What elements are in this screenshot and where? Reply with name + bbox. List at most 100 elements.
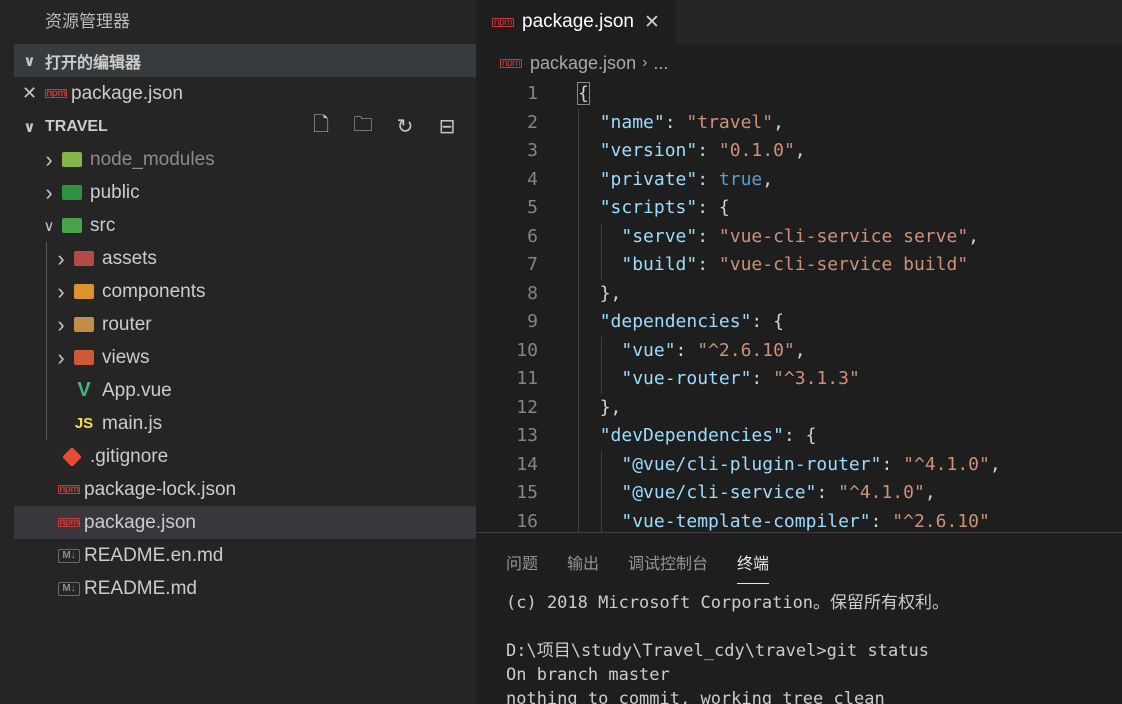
new-folder-icon[interactable]: 🗀 (342, 110, 384, 144)
npm-icon: npm (58, 517, 80, 528)
json-key: "devDependencies" (599, 425, 784, 446)
json-string: "vue-cli-service serve" (718, 225, 969, 247)
code-line: 4 "private": true, (476, 165, 1122, 194)
indent-guide (578, 365, 579, 394)
json-punctuation: { (577, 82, 590, 105)
chevron-down-icon: ∨ (23, 118, 36, 136)
tree-item-label: components (102, 280, 206, 302)
json-string: "vue-cli-service build" (718, 254, 969, 275)
breadcrumb-more[interactable]: ... (653, 53, 668, 74)
tree-file[interactable]: M↓ README.en.md (14, 539, 476, 572)
code-text: "dependencies": { (538, 308, 784, 337)
json-punctuation: : (697, 140, 719, 161)
indent-guide (46, 374, 47, 407)
panel-tab[interactable]: 输出 (567, 546, 599, 578)
json-key: "private" (599, 168, 698, 190)
code-line: 5 "scripts": { (476, 194, 1122, 223)
code-line: 8 }, (476, 279, 1122, 308)
code-line: 12 }, (476, 393, 1122, 422)
new-file-icon[interactable]: 🗋 (300, 110, 342, 144)
code-text: "scripts": { (538, 194, 730, 223)
json-string: "0.1.0" (718, 140, 795, 161)
panel-tab[interactable]: 终端 (737, 546, 770, 584)
json-key: "vue-router" (621, 368, 752, 389)
tree-file[interactable]: npm package.json (14, 506, 476, 539)
line-number: 8 (527, 282, 538, 304)
panel-tab[interactable]: 问题 (506, 546, 538, 578)
json-punctuation: : (697, 254, 719, 275)
npm-icon: npm (492, 17, 514, 27)
json-punctuation: , (924, 482, 936, 503)
code-text: "@vue/cli-plugin-router": "^4.1.0", (538, 450, 1001, 479)
open-editors-label: 打开的编辑器 (45, 54, 142, 72)
js-icon: JS (74, 415, 94, 432)
tree-file[interactable]: npm package-lock.json (14, 473, 476, 506)
code-editor[interactable]: 1{2 "name": "travel", 3 "version": "0.1.0… (476, 80, 1122, 532)
line-number: 15 (516, 482, 538, 503)
code-text: "vue": "^2.6.10", (538, 336, 806, 365)
tree-item-label: README.en.md (84, 544, 224, 566)
markdown-icon: M↓ (58, 581, 80, 596)
close-icon[interactable]: ✕ (14, 83, 45, 104)
indent-guide (578, 422, 579, 451)
open-editors-header[interactable]: ∨ 打开的编辑器 (14, 44, 476, 77)
json-punctuation: : (751, 368, 774, 389)
json-punctuation: }, (599, 282, 622, 304)
tree-folder[interactable]: › node_modules (14, 143, 476, 176)
tree-item-label: README.md (84, 577, 197, 599)
tree-file[interactable]: .gitignore (14, 440, 476, 473)
tree-folder[interactable]: › assets (14, 242, 476, 275)
tab-package-json[interactable]: npm package.json ✕ (476, 0, 676, 44)
json-string: "^4.1.0" (903, 453, 990, 475)
node-folder-icon (58, 149, 86, 171)
terminal[interactable]: (c) 2018 Microsoft Corporation。保留所有权利。 D:… (476, 591, 1122, 704)
json-boolean: true (718, 168, 763, 190)
json-key: "version" (599, 140, 698, 161)
json-punctuation: : (697, 225, 719, 247)
markdown-icon: M↓ (58, 548, 80, 563)
json-string: "^4.1.0" (838, 482, 925, 503)
npm-icon: npm (45, 88, 67, 99)
json-key: "@vue/cli-plugin-router" (621, 453, 882, 475)
indent-guide (601, 450, 602, 479)
code-line: 7 "build": "vue-cli-service build" (476, 251, 1122, 280)
line-number: 1 (527, 83, 538, 104)
panel-tab[interactable]: 调试控制台 (628, 546, 708, 578)
json-key: "scripts" (599, 197, 698, 218)
json-string: "travel" (686, 111, 774, 133)
code-text: "vue-template-compiler": "^2.6.10" (538, 507, 990, 532)
json-punctuation: : (697, 168, 719, 190)
code-line: 16 "vue-template-compiler": "^2.6.10" (476, 507, 1122, 532)
editor-tabbar: npm package.json ✕ (476, 0, 1122, 44)
json-key: "vue-template-compiler" (621, 510, 871, 532)
tree-folder[interactable]: › components (14, 275, 476, 308)
open-editor-item[interactable]: ✕ npm package.json (14, 77, 476, 110)
indent-guide (601, 336, 602, 365)
file-tree: › node_modules › public ∨ src › assets › componen… (14, 143, 476, 605)
line-number: 6 (527, 225, 538, 247)
indent-guide (46, 242, 47, 275)
tree-file[interactable]: M↓ README.md (14, 572, 476, 605)
npm-icon: npm (58, 484, 80, 495)
chevron-right-icon: › (57, 245, 65, 271)
tab-label: package.json (522, 11, 634, 32)
workspace-header[interactable]: ∨ TRAVEL 🗋 🗀 ↻ ⊟ (14, 110, 476, 143)
terminal-line: nothing to commit, working tree clean (506, 689, 885, 704)
tree-file[interactable]: JS main.js (14, 407, 476, 440)
collapse-all-icon[interactable]: ⊟ (426, 114, 468, 139)
breadcrumb-file[interactable]: package.json (530, 53, 636, 74)
close-icon[interactable]: ✕ (644, 11, 660, 34)
explorer-title: 资源管理器 (45, 12, 130, 31)
components-folder-icon (70, 281, 98, 303)
tree-folder[interactable]: › public (14, 176, 476, 209)
tree-file[interactable]: V App.vue (14, 374, 476, 407)
json-punctuation: , (968, 225, 979, 247)
line-number: 4 (527, 168, 538, 190)
refresh-icon[interactable]: ↻ (384, 114, 426, 139)
tree-folder[interactable]: › router (14, 308, 476, 341)
indent-guide (578, 251, 579, 280)
tree-folder[interactable]: › views (14, 341, 476, 374)
code-line: 3 "version": "0.1.0", (476, 137, 1122, 166)
tree-folder[interactable]: ∨ src (14, 209, 476, 242)
open-editor-label: package.json (71, 82, 183, 104)
